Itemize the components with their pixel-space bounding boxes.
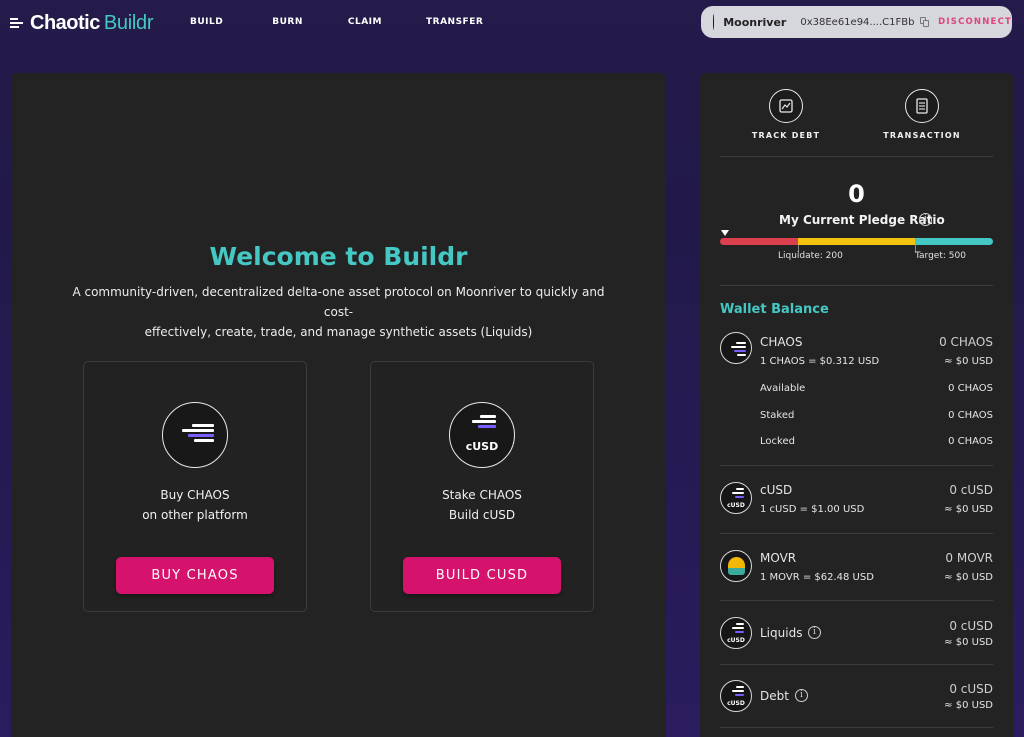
nav-burn[interactable]: BURN <box>272 17 303 27</box>
cusd-rate: 1 cUSD = $1.00 USD <box>760 504 865 515</box>
disconnect-button[interactable]: DISCONNECT <box>938 17 1012 27</box>
chaos-icon <box>720 332 752 364</box>
subtitle-line-2: effectively, create, trade, and manage s… <box>144 325 533 339</box>
chaos-rate: 1 CHAOS = $0.312 USD <box>760 356 880 367</box>
cusd-icon-label: cUSD <box>727 637 745 644</box>
ratio-marker <box>721 230 729 236</box>
moonriver-icon <box>713 14 715 30</box>
chaos-staked-value: 0 CHAOS <box>948 410 993 421</box>
info-icon[interactable]: i <box>919 213 932 226</box>
copy-icon[interactable] <box>920 17 930 27</box>
debt-usd: ≈ $0 USD <box>944 700 993 711</box>
nav-transfer[interactable]: TRANSFER <box>426 17 483 27</box>
divider <box>720 533 993 534</box>
top-bar: Chaotic Buildr BUILD BURN CLAIM TRANSFER… <box>0 0 1024 48</box>
cusd-name: cUSD <box>760 483 793 497</box>
chaos-locked-value: 0 CHAOS <box>948 436 993 447</box>
chaos-locked-label: Locked <box>760 436 795 447</box>
ratio-bar-warning <box>798 238 915 245</box>
chaos-amount: 0 CHAOS <box>939 335 993 349</box>
document-icon <box>905 89 939 123</box>
divider <box>720 664 993 665</box>
movr-usd: ≈ $0 USD <box>944 572 993 583</box>
chaos-logo-icon <box>10 16 28 30</box>
liquids-amount: 0 cUSD <box>949 619 993 633</box>
side-panel: TRACK DEBT TRANSACTION 0 My Current Pled… <box>700 73 1013 737</box>
cusd-icon-label: cUSD <box>727 502 745 509</box>
wallet-address: 0x38Ee61e94....C1FBb <box>800 16 915 28</box>
debt-icon: cUSD <box>720 680 752 712</box>
logo[interactable]: Chaotic Buildr <box>10 10 153 36</box>
chart-icon <box>769 89 803 123</box>
logo-text-chaotic: Chaotic <box>30 11 100 34</box>
chaos-usd: ≈ $0 USD <box>944 356 993 367</box>
build-cusd-text: Stake CHAOS Build cUSD <box>371 485 593 525</box>
subtitle-line-1: A community-driven, decentralized delta-… <box>72 285 605 319</box>
divider <box>720 465 993 466</box>
page-subtitle: A community-driven, decentralized delta-… <box>71 282 606 342</box>
cusd-usd: ≈ $0 USD <box>944 504 993 515</box>
liquids-icon: cUSD <box>720 617 752 649</box>
transaction-button[interactable]: TRANSACTION <box>872 89 972 140</box>
card-line-2: on other platform <box>142 508 248 522</box>
buy-chaos-button[interactable]: BUY CHAOS <box>116 557 274 594</box>
chaos-available-value: 0 CHAOS <box>948 383 993 394</box>
main-nav: BUILD BURN CLAIM TRANSFER <box>190 17 483 27</box>
wallet-connection: Moonriver 0x38Ee61e94....C1FBb DISCONNEC… <box>701 6 1012 38</box>
ratio-bar-liquidate <box>720 238 798 245</box>
build-cusd-card: cUSD Stake CHAOS Build cUSD BUILD CUSD <box>370 361 594 612</box>
nav-build[interactable]: BUILD <box>190 17 223 27</box>
debt-name: Debt <box>760 689 789 703</box>
movr-icon <box>720 550 752 582</box>
wallet-balance-title: Wallet Balance <box>720 302 829 317</box>
cusd-icon-label: cUSD <box>727 700 745 707</box>
chaos-staked-label: Staked <box>760 410 795 421</box>
divider <box>720 600 993 601</box>
debt-info-icon[interactable]: i <box>795 689 808 702</box>
cusd-icon-label: cUSD <box>465 440 499 453</box>
buy-chaos-text: Buy CHAOS on other platform <box>84 485 306 525</box>
pledge-ratio-value: 0 <box>848 180 865 208</box>
page-title: Welcome to Buildr <box>209 242 468 271</box>
network-name: Moonriver <box>723 15 787 29</box>
card-line-1: Stake CHAOS <box>442 488 522 502</box>
divider <box>720 285 993 286</box>
nav-claim[interactable]: CLAIM <box>348 17 382 27</box>
liquids-usd: ≈ $0 USD <box>944 637 993 648</box>
track-debt-label: TRACK DEBT <box>751 131 821 140</box>
liquids-name: Liquids <box>760 626 803 640</box>
transaction-label: TRANSACTION <box>883 131 961 140</box>
debt-amount: 0 cUSD <box>949 682 993 696</box>
liquids-info-icon[interactable]: i <box>808 626 821 639</box>
buy-chaos-card: Buy CHAOS on other platform BUY CHAOS <box>83 361 307 612</box>
chaos-token-icon <box>162 402 228 468</box>
movr-name: MOVR <box>760 551 797 565</box>
main-panel: Welcome to Buildr A community-driven, de… <box>11 73 666 737</box>
logo-text-buildr: Buildr <box>103 11 154 34</box>
build-cusd-button[interactable]: BUILD CUSD <box>403 557 561 594</box>
card-line-1: Buy CHAOS <box>160 488 230 502</box>
divider <box>720 727 993 728</box>
chaos-available-label: Available <box>760 383 806 394</box>
movr-amount: 0 MOVR <box>945 551 993 565</box>
divider <box>720 156 993 157</box>
target-label: Target: 500 <box>915 251 966 261</box>
liquidate-label: Liquidate: 200 <box>778 251 843 261</box>
chaos-name: CHAOS <box>760 335 803 349</box>
ratio-bar-target <box>915 238 993 245</box>
movr-rate: 1 MOVR = $62.48 USD <box>760 572 874 583</box>
cusd-amount: 0 cUSD <box>949 483 993 497</box>
track-debt-button[interactable]: TRACK DEBT <box>736 89 836 140</box>
cusd-icon: cUSD <box>720 482 752 514</box>
card-line-2: Build cUSD <box>448 508 516 522</box>
cusd-token-icon: cUSD <box>449 402 515 468</box>
